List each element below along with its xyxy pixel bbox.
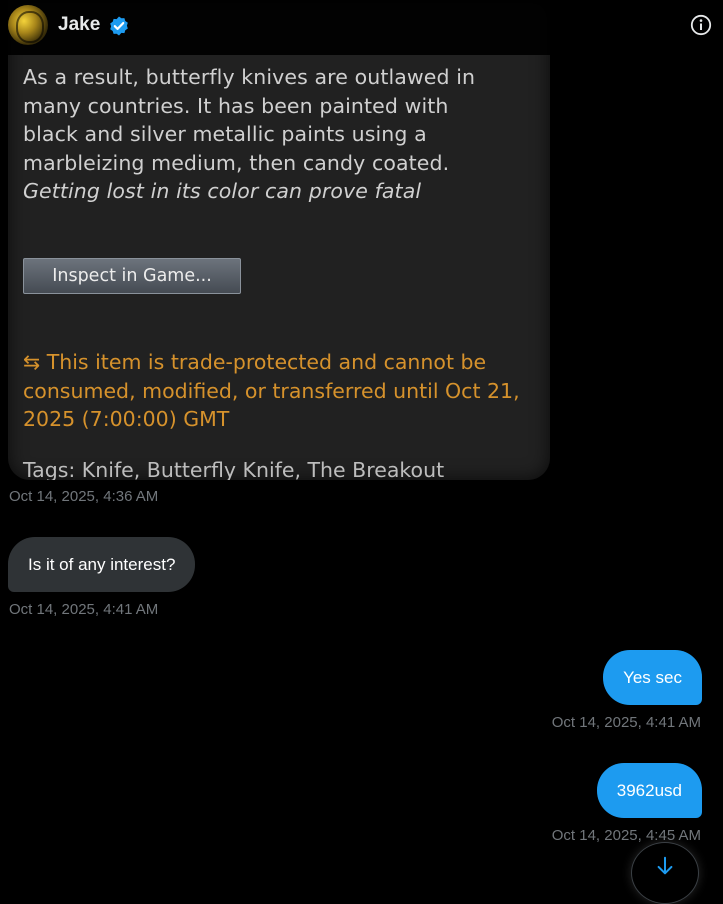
description-line: many countries. It has been painted with: [23, 93, 449, 118]
outgoing-message-bubble[interactable]: Yes sec: [603, 650, 702, 705]
arrow-down-icon: [657, 856, 673, 875]
message-timestamp: Oct 14, 2025, 4:36 AM: [9, 488, 159, 505]
inspect-in-game-button: Inspect in Game...: [23, 258, 241, 294]
shared-image-card[interactable]: As a result, butterfly knives are outlaw…: [8, 0, 550, 480]
item-description: As a result, butterfly knives are outlaw…: [23, 63, 543, 206]
outgoing-message-bubble[interactable]: 3962usd: [596, 763, 702, 818]
info-icon[interactable]: [690, 14, 712, 36]
description-line: black and silver metallic paints using a: [23, 122, 427, 146]
scroll-to-bottom-button[interactable]: [631, 842, 699, 904]
trade-protection-notice: ⇆ This item is trade-protected and canno…: [23, 350, 520, 431]
description-quote: Getting lost in its color can prove fata…: [23, 179, 422, 203]
avatar[interactable]: [8, 5, 48, 45]
item-tags: Tags: Knife, Butterfly Knife, The Breako…: [23, 458, 445, 480]
description-line: As a result, butterfly knives are outlaw…: [23, 65, 476, 89]
message-timestamp: Oct 14, 2025, 4:41 AM: [9, 601, 159, 618]
verified-badge-icon: [110, 16, 128, 36]
message-timestamp: Oct 14, 2025, 4:45 AM: [551, 827, 701, 844]
description-line: marbleizing medium, then candy coated.: [23, 150, 450, 175]
incoming-message-bubble[interactable]: Is it of any interest?: [8, 537, 196, 592]
message-timestamp: Oct 14, 2025, 4:41 AM: [551, 714, 701, 731]
conversation-header: Jake: [0, 0, 723, 55]
contact-name[interactable]: Jake: [58, 14, 100, 36]
